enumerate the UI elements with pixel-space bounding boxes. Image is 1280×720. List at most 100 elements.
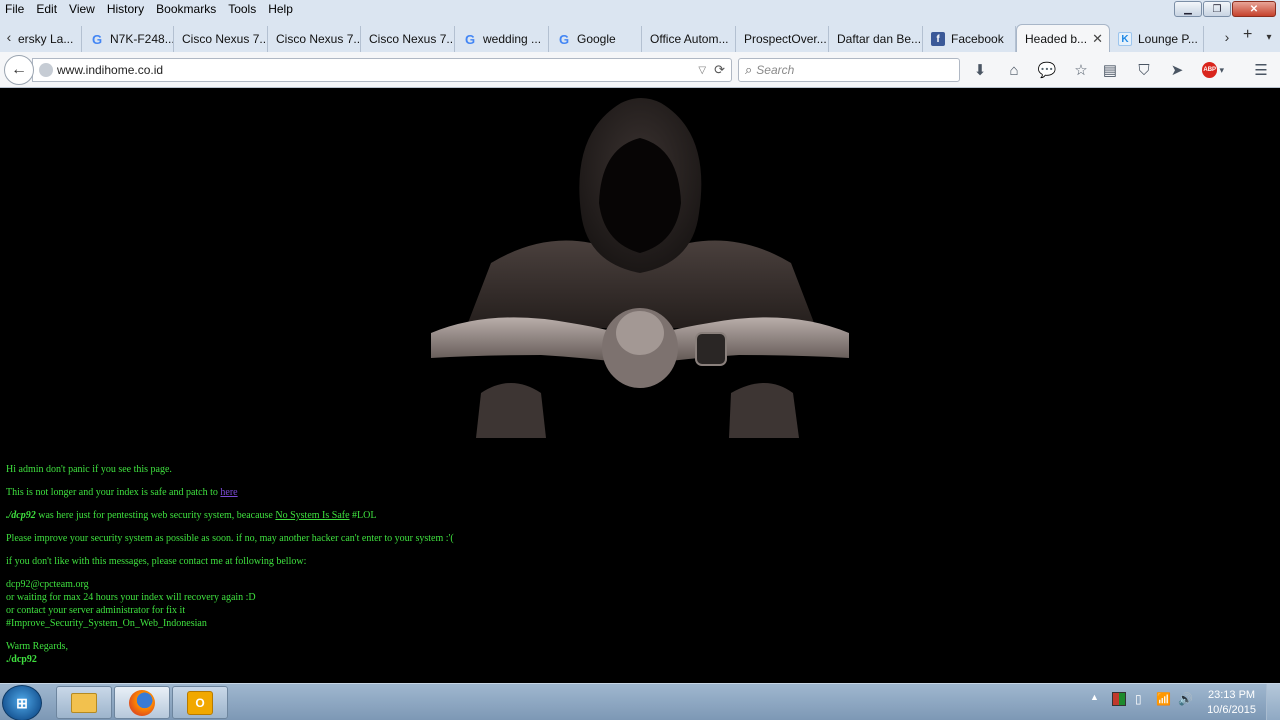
chevron-left-icon: ‹ <box>6 29 12 45</box>
contact-line: #Improve_Security_System_On_Web_Indonesi… <box>6 618 207 629</box>
defacement-message: Hi admin don't panic if you see this pag… <box>6 463 454 676</box>
menu-help[interactable]: Help <box>262 0 299 18</box>
menu-bar: File Edit View History Bookmarks Tools H… <box>0 0 1280 18</box>
chat-button[interactable]: 💬 <box>1036 60 1058 80</box>
volume-icon[interactable]: 🔊 <box>1178 692 1193 706</box>
windows-taskbar: ⊞ O ▲ ▯ 📶 🔊 23:13 PM 10/6/2015 <box>0 683 1280 720</box>
search-input[interactable] <box>756 63 947 77</box>
menu-edit[interactable]: Edit <box>30 0 63 18</box>
here-link[interactable]: here <box>220 487 237 498</box>
facebook-icon: f <box>931 32 945 46</box>
clock-time: 23:13 PM <box>1207 689 1256 701</box>
language-flag-icon[interactable] <box>1112 692 1126 706</box>
message-text: #LOL <box>349 510 377 521</box>
tab-label: Headed b... <box>1025 31 1088 46</box>
lounge-k-icon: K <box>1118 32 1132 46</box>
tab-label: Daftar dan Be... <box>837 32 922 46</box>
tab-label: Google <box>577 32 616 46</box>
tab-12-active[interactable]: Headed b... ✕ <box>1016 24 1110 52</box>
url-text[interactable]: www.indihome.co.id <box>57 63 698 77</box>
bookmarks-menu-button[interactable]: ▤ <box>1099 60 1121 80</box>
author-handle: ./dcp92 <box>6 510 36 521</box>
tab-4[interactable]: Cisco Nexus 7... <box>268 26 361 52</box>
window-controls: ▁ ❐ ✕ <box>1174 1 1276 17</box>
arrow-left-icon: ← <box>11 61 27 78</box>
tab-13[interactable]: K Lounge P... <box>1110 26 1204 52</box>
chevron-right-icon: › <box>1224 29 1230 45</box>
tab-7[interactable]: G Google <box>549 26 642 52</box>
tab-1[interactable]: ersky La... <box>16 26 82 52</box>
tab-label: Cisco Nexus 7... <box>369 32 455 46</box>
taskbar-outlook[interactable]: O <box>172 686 228 719</box>
message-line: Hi admin don't panic if you see this pag… <box>6 464 172 475</box>
open-menu-button[interactable]: ☰ <box>1250 60 1272 80</box>
message-line: Please improve your security system as p… <box>6 533 454 544</box>
hamburger-menu-icon: ☰ <box>1254 62 1268 79</box>
tab-label: ersky La... <box>18 32 74 46</box>
chevron-down-icon[interactable]: ▽ <box>698 65 706 76</box>
menu-file[interactable]: File <box>0 0 30 18</box>
show-desktop-button[interactable] <box>1266 684 1280 720</box>
url-bar[interactable]: www.indihome.co.id ▽ ⟳ <box>32 58 732 82</box>
tab-10[interactable]: Daftar dan Be... <box>829 26 923 52</box>
reload-icon[interactable]: ⟳ <box>714 62 725 78</box>
search-bar[interactable]: ⌕ <box>738 58 960 82</box>
chat-bubble-icon: 💬 <box>1037 62 1057 79</box>
page-content: Hi admin don't panic if you see this pag… <box>0 89 1280 683</box>
tab-8[interactable]: Office Autom... <box>642 26 736 52</box>
navigation-bar: www.indihome.co.id ▽ ⟳ ← ⌕ ⬇ ⌂ 💬 ☆ ▤ ⛉ ➤… <box>0 52 1280 88</box>
minimize-icon: ▁ <box>1184 3 1192 15</box>
network-signal-icon[interactable]: 📶 <box>1156 692 1171 706</box>
show-hidden-icons-button[interactable]: ▲ <box>1090 692 1099 702</box>
contact-email: dcp92@cpcteam.org <box>6 579 89 590</box>
scroll-tabs-right-button[interactable]: › <box>1220 26 1234 48</box>
clipboard-icon: ▤ <box>1102 62 1118 79</box>
back-button[interactable]: ← <box>4 55 34 85</box>
close-window-button[interactable]: ✕ <box>1232 1 1276 17</box>
menu-view[interactable]: View <box>63 0 101 18</box>
plus-icon: + <box>1243 26 1253 43</box>
message-line: ./dcp92 was here just for pentesting web… <box>6 509 454 522</box>
message-line: This is not longer and your index is saf… <box>6 486 454 499</box>
tab-2[interactable]: G N7K-F248... <box>82 26 174 52</box>
star-icon: ☆ <box>1074 62 1088 79</box>
no-system-is-safe-link[interactable]: No System Is Safe <box>275 510 349 521</box>
tab-6[interactable]: G wedding ... <box>455 26 549 52</box>
new-tab-button[interactable]: + <box>1243 26 1252 44</box>
regards-text: Warm Regards, <box>6 641 68 652</box>
tab-9[interactable]: ProspectOver... <box>736 26 829 52</box>
close-tab-icon[interactable]: ✕ <box>1092 31 1103 47</box>
close-icon: ✕ <box>1249 3 1259 15</box>
list-all-tabs-button[interactable]: ▾ <box>1262 26 1276 48</box>
tab-5[interactable]: Cisco Nexus 7... <box>361 26 455 52</box>
taskbar-firefox[interactable] <box>114 686 170 719</box>
search-icon: ⌕ <box>745 62 753 77</box>
battery-icon[interactable]: ▯ <box>1135 692 1142 706</box>
outlook-icon: O <box>187 690 213 715</box>
google-icon: G <box>464 31 476 47</box>
minimize-button[interactable]: ▁ <box>1174 1 1202 17</box>
menu-history[interactable]: History <box>101 0 150 18</box>
taskbar-explorer[interactable] <box>56 686 112 719</box>
bookmark-button[interactable]: ☆ <box>1070 60 1092 80</box>
menu-bookmarks[interactable]: Bookmarks <box>150 0 222 18</box>
send-button[interactable]: ➤ <box>1166 60 1188 80</box>
home-icon: ⌂ <box>1009 61 1019 79</box>
home-button[interactable]: ⌂ <box>1003 60 1025 80</box>
tab-3[interactable]: Cisco Nexus 7... <box>174 26 268 52</box>
tab-11[interactable]: f Facebook <box>923 26 1016 52</box>
adblock-button[interactable]: ABP ▾ <box>1202 60 1224 80</box>
restore-icon: ❐ <box>1212 3 1222 15</box>
start-button[interactable]: ⊞ <box>2 685 42 720</box>
google-icon: G <box>91 31 103 47</box>
system-clock[interactable]: 23:13 PM 10/6/2015 <box>1207 688 1256 718</box>
contact-line: or waiting for max 24 hours your index w… <box>6 592 256 603</box>
tab-label: wedding ... <box>483 32 542 46</box>
tab-label: Cisco Nexus 7... <box>182 32 268 46</box>
downloads-button[interactable]: ⬇ <box>969 60 991 80</box>
restore-button[interactable]: ❐ <box>1203 1 1231 17</box>
scroll-tabs-left-button[interactable]: ‹ <box>2 26 16 48</box>
adblock-plus-icon: ABP <box>1202 62 1218 78</box>
pocket-button[interactable]: ⛉ <box>1133 60 1155 80</box>
menu-tools[interactable]: Tools <box>222 0 262 18</box>
